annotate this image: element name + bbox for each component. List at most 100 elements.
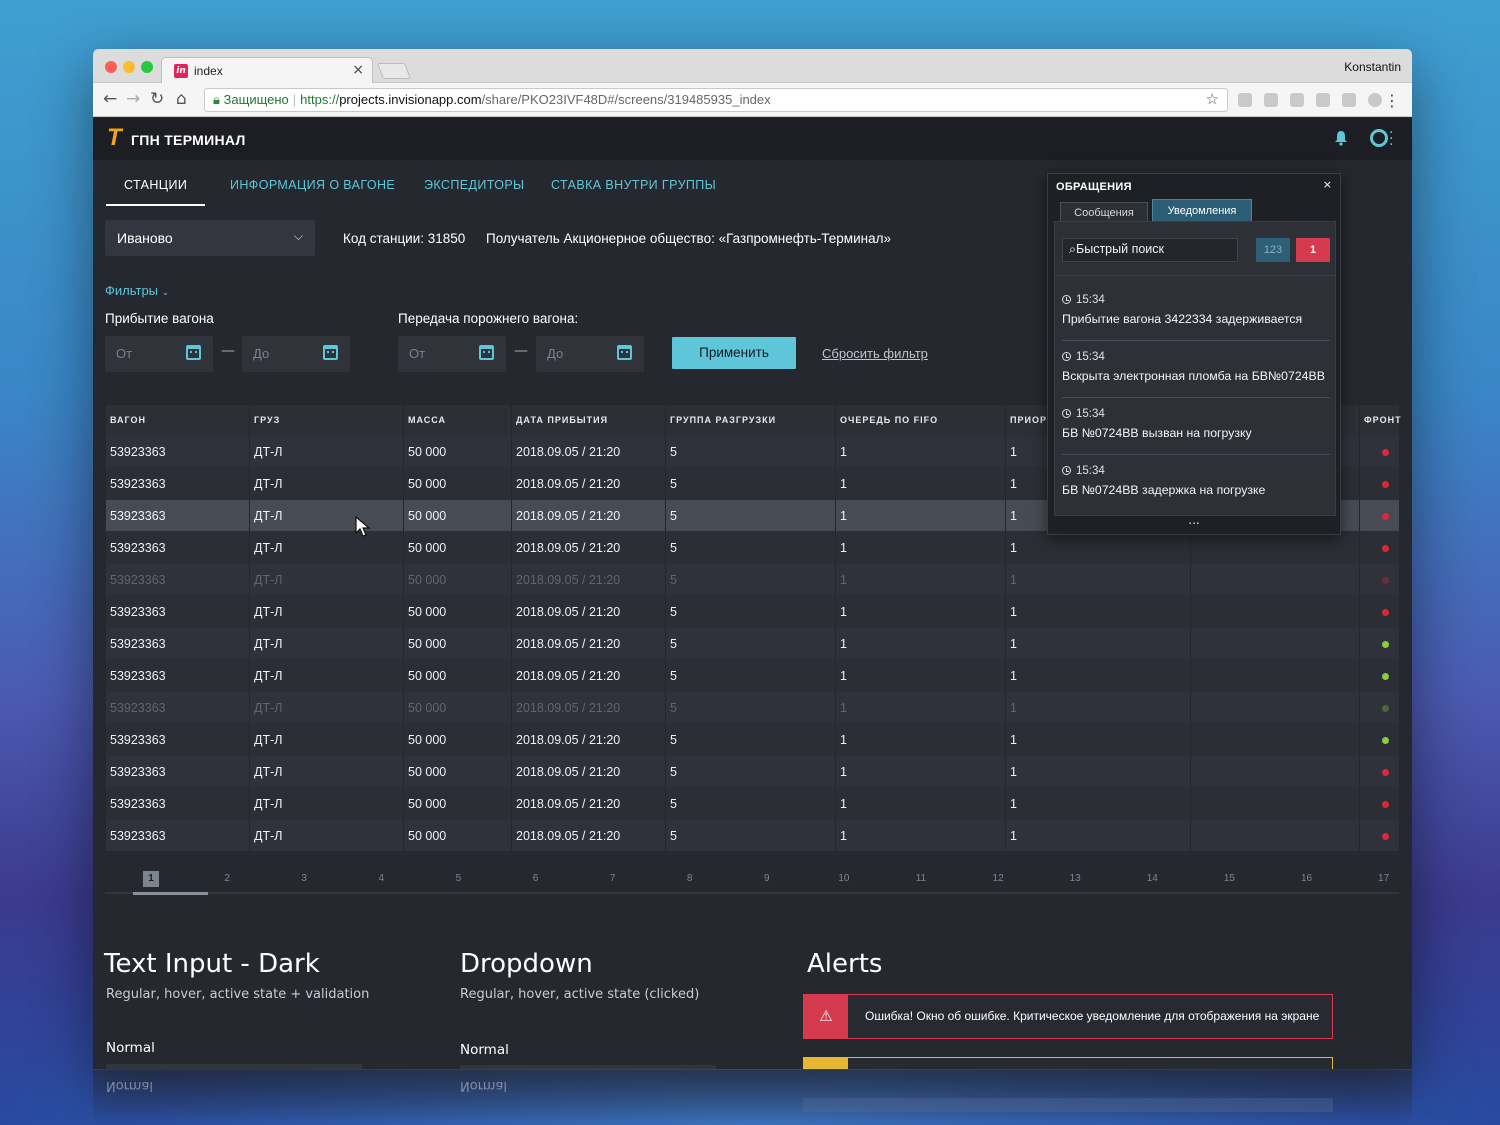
logo-icon: T bbox=[107, 124, 122, 151]
page-4[interactable]: 4 bbox=[371, 873, 391, 884]
url-bar[interactable]: 🔒︎ Защищено | https://projects.invisionapp… bbox=[204, 88, 1228, 112]
page-17[interactable]: 17 bbox=[1374, 873, 1394, 884]
table-row[interactable]: 53923363 ДТ-Л 50 000 2018.09.05 / 21:20 5 1 1 bbox=[105, 691, 1399, 724]
table-cell-empty bbox=[1190, 692, 1359, 724]
page-1[interactable]: 1 bbox=[143, 871, 159, 887]
table-cell-priority: 1 bbox=[1005, 724, 1190, 756]
table-row[interactable]: 53923363 ДТ-Л 50 000 2018.09.05 / 21:20 5 1 1 bbox=[105, 755, 1399, 788]
browser-tab[interactable]: in index × bbox=[161, 57, 373, 84]
notification-item[interactable]: 15:34 Прибытие вагона 3422334 задерживае… bbox=[1062, 294, 1332, 326]
tab-close-icon[interactable]: × bbox=[352, 62, 364, 78]
filters-toggle[interactable]: Фильтры ⌄ bbox=[105, 283, 169, 298]
profile-name[interactable]: Konstantin bbox=[1344, 60, 1401, 74]
new-tab-button[interactable] bbox=[377, 63, 411, 79]
arrival-to-date[interactable]: До bbox=[242, 336, 350, 372]
tab-forwarders[interactable]: ЭКСПЕДИТОРЫ bbox=[424, 176, 525, 206]
page-7[interactable]: 7 bbox=[603, 873, 623, 884]
notification-item[interactable]: 15:34 БВ №0724ВВ задержка на погрузке bbox=[1062, 465, 1332, 497]
table-cell-front bbox=[1359, 596, 1399, 628]
page-14[interactable]: 14 bbox=[1142, 873, 1162, 884]
more-notifications-button[interactable]: ... bbox=[1048, 513, 1340, 527]
quick-search-input[interactable]: ⌕Быстрый поиск bbox=[1062, 238, 1238, 262]
page-15[interactable]: 15 bbox=[1219, 873, 1239, 884]
maximize-window-button[interactable] bbox=[141, 61, 153, 73]
table-cell-fifo: 1 bbox=[835, 500, 1005, 532]
reload-icon[interactable]: ↻ bbox=[150, 89, 164, 109]
column-header[interactable]: ДАТА ПРИБЫТИЯ bbox=[511, 405, 665, 435]
close-icon[interactable]: × bbox=[1323, 178, 1332, 191]
text-input-sample[interactable] bbox=[106, 1064, 362, 1069]
clock-icon bbox=[1062, 295, 1071, 304]
page-12[interactable]: 12 bbox=[988, 873, 1008, 884]
close-window-button[interactable] bbox=[105, 61, 117, 73]
tab-stations[interactable]: СТАНЦИИ bbox=[106, 176, 206, 206]
notification-item[interactable]: 15:34 БВ №0724ВВ вызван на погрузку bbox=[1062, 408, 1332, 440]
dropbox-extension-icon[interactable] bbox=[1342, 93, 1356, 107]
table-row[interactable]: 53923363 ДТ-Л 50 000 2018.09.05 / 21:20 5 1 1 bbox=[105, 723, 1399, 756]
circle-extension-icon[interactable] bbox=[1368, 93, 1382, 107]
bookmark-star-icon[interactable]: ☆ bbox=[1206, 89, 1219, 111]
table-row[interactable]: 53923363 ДТ-Л 50 000 2018.09.05 / 21:20 5 1 1 bbox=[105, 595, 1399, 628]
station-dropdown[interactable]: Иваново ⌵ bbox=[105, 220, 315, 256]
gear-extension-icon[interactable] bbox=[1264, 93, 1278, 107]
table-row[interactable]: 53923363 ДТ-Л 50 000 2018.09.05 / 21:20 5 1 1 bbox=[105, 819, 1399, 852]
calendar-icon[interactable] bbox=[186, 345, 201, 360]
page-8[interactable]: 8 bbox=[680, 873, 700, 884]
table-cell-fifo: 1 bbox=[835, 756, 1005, 788]
table-cell-cargo: ДТ-Л bbox=[249, 596, 403, 628]
column-header[interactable]: МАССА bbox=[403, 405, 511, 435]
status-dot-icon bbox=[1382, 449, 1389, 456]
page-5[interactable]: 5 bbox=[448, 873, 468, 884]
table-row[interactable]: 53923363 ДТ-Л 50 000 2018.09.05 / 21:20 5 1 1 bbox=[105, 563, 1399, 596]
table-cell-front bbox=[1359, 756, 1399, 788]
page-13[interactable]: 13 bbox=[1065, 873, 1085, 884]
page-16[interactable]: 16 bbox=[1297, 873, 1317, 884]
page-2[interactable]: 2 bbox=[217, 873, 237, 884]
camera-extension-icon[interactable] bbox=[1238, 93, 1252, 107]
column-header[interactable]: ОЧЕРЕДЬ ПО FIFO bbox=[835, 405, 1005, 435]
cloud-extension-icon[interactable] bbox=[1316, 93, 1330, 107]
page-3[interactable]: 3 bbox=[294, 873, 314, 884]
apply-button[interactable]: Применить bbox=[672, 337, 796, 369]
reflection-label: Normal bbox=[106, 1078, 154, 1093]
divider bbox=[1062, 454, 1330, 455]
transfer-from-date[interactable]: От bbox=[398, 336, 506, 372]
tab-messages[interactable]: Сообщения bbox=[1060, 202, 1148, 222]
forward-arrow-icon[interactable]: → bbox=[126, 89, 140, 109]
page-9[interactable]: 9 bbox=[757, 873, 777, 884]
calendar-icon[interactable] bbox=[323, 345, 338, 360]
reset-filter-link[interactable]: Сбросить фильтр bbox=[822, 346, 928, 361]
column-header[interactable]: ГРУППА РАЗГРУЗКИ bbox=[665, 405, 835, 435]
table-row[interactable]: 53923363 ДТ-Л 50 000 2018.09.05 / 21:20 5 1 1 bbox=[105, 659, 1399, 692]
home-icon[interactable]: ⌂ bbox=[176, 89, 187, 109]
rss-extension-icon[interactable] bbox=[1290, 93, 1304, 107]
bell-icon[interactable] bbox=[1334, 130, 1348, 146]
calendar-icon[interactable] bbox=[617, 345, 632, 360]
column-header[interactable]: ВАГОН bbox=[105, 405, 249, 435]
tab-notifications[interactable]: Уведомления bbox=[1152, 199, 1252, 222]
arrival-from-date[interactable]: От bbox=[105, 336, 213, 372]
dropdown-sample[interactable] bbox=[460, 1065, 716, 1069]
table-row[interactable]: 53923363 ДТ-Л 50 000 2018.09.05 / 21:20 5 1 1 bbox=[105, 531, 1399, 564]
column-header[interactable]: ФРОНТ bbox=[1359, 405, 1401, 435]
notification-item[interactable]: 15:34 Вскрыта электронная пломба на БВ№0… bbox=[1062, 351, 1332, 383]
page-11[interactable]: 11 bbox=[911, 873, 931, 884]
calendar-icon[interactable] bbox=[479, 345, 494, 360]
table-cell-priority: 1 bbox=[1005, 596, 1190, 628]
transfer-to-date[interactable]: До bbox=[536, 336, 644, 372]
table-row[interactable]: 53923363 ДТ-Л 50 000 2018.09.05 / 21:20 5 1 1 bbox=[105, 787, 1399, 820]
table-row[interactable]: 53923363 ДТ-Л 50 000 2018.09.05 / 21:20 5 1 1 bbox=[105, 627, 1399, 660]
user-menu-icon[interactable]: · · · bbox=[1389, 126, 1393, 152]
back-arrow-icon[interactable]: ← bbox=[103, 89, 117, 109]
table-cell-cargo: ДТ-Л bbox=[249, 820, 403, 852]
total-count-badge[interactable]: 123 bbox=[1256, 238, 1290, 262]
tab-wagon-info[interactable]: ИНФОРМАЦИЯ О ВАГОНЕ bbox=[230, 176, 395, 206]
tab-group-rate[interactable]: СТАВКА ВНУТРИ ГРУППЫ bbox=[551, 176, 716, 206]
page-6[interactable]: 6 bbox=[526, 873, 546, 884]
column-header[interactable]: ГРУЗ bbox=[249, 405, 403, 435]
browser-menu-icon[interactable]: ⋮ bbox=[1384, 91, 1400, 110]
minimize-window-button[interactable] bbox=[123, 61, 135, 73]
user-avatar-icon[interactable] bbox=[1370, 129, 1388, 147]
page-10[interactable]: 10 bbox=[834, 873, 854, 884]
unread-count-badge[interactable]: 1 bbox=[1296, 238, 1330, 262]
